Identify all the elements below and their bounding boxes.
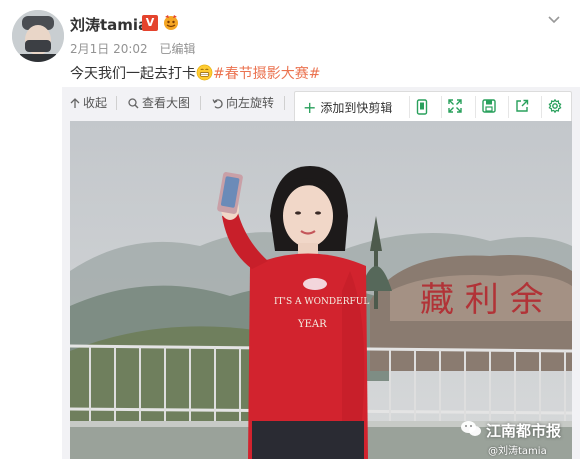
post-date[interactable]: 2月1日 20:02 [70,42,148,56]
edited-label: 已编辑 [159,42,196,56]
photo-image: 藏 利 余 IT'S A WONDERFUL YEAR [70,121,572,459]
rock-inscription: 藏 利 余 [420,280,544,320]
rotate-left-button[interactable]: 向左旋转 [212,92,274,114]
avatar[interactable] [12,10,64,62]
chevron-down-icon[interactable] [546,12,562,28]
share-button[interactable] [508,96,531,118]
phone-icon [416,99,428,115]
save-icon [482,99,496,113]
watermark-handle: @刘涛tamia [488,446,547,457]
toolbar-divider [116,96,117,110]
wechat-logo-icon [461,421,481,436]
search-icon [128,98,139,109]
share-icon [516,99,529,112]
hashtag-link[interactable]: #春节摄影大赛# [213,66,320,82]
settings-button[interactable] [541,96,564,118]
collapse-icon [70,98,80,108]
toolbar-divider [284,96,285,110]
gear-icon [548,99,562,113]
rotate-left-label: 向左旋转 [226,96,275,110]
post-meta: 2月1日 20:02 已编辑 [70,40,204,57]
phone-view-button[interactable] [409,96,432,118]
add-to-clipboard-button[interactable]: + 添加到快剪辑 [303,98,392,117]
toolbar-divider [200,96,201,110]
watermark-text: 江南都市报 [486,422,562,440]
username[interactable]: 刘涛tamia [70,14,148,35]
collapse-button[interactable]: 收起 [70,92,107,114]
plus-icon: + [303,98,317,117]
post-photo[interactable]: 藏 利 余 IT'S A WONDERFUL YEAR [70,121,572,459]
fan-badge-icon [164,15,178,30]
fullscreen-button[interactable] [441,96,464,118]
post-body: 今天我们一起去打卡 [70,66,196,82]
expand-icon [448,99,462,113]
collapse-label: 收起 [83,96,108,110]
sweater-text-line1: IT'S A WONDERFUL [274,297,369,307]
sweater-text-line2: YEAR [297,319,327,330]
post-text: 今天我们一起去打卡 #春节摄影大赛# [70,63,320,83]
view-large-button[interactable]: 查看大图 [128,92,190,114]
verified-icon: V [142,15,158,31]
save-button[interactable] [475,96,498,118]
view-large-label: 查看大图 [142,96,191,110]
post-header: 刘涛tamia V 2月1日 20:02 已编辑 [0,0,580,62]
media-actions: + 添加到快剪辑 [294,91,572,123]
grin-emoji-icon [196,64,213,81]
rotate-left-icon [212,99,223,109]
add-to-clipboard-label: 添加到快剪辑 [320,101,393,115]
